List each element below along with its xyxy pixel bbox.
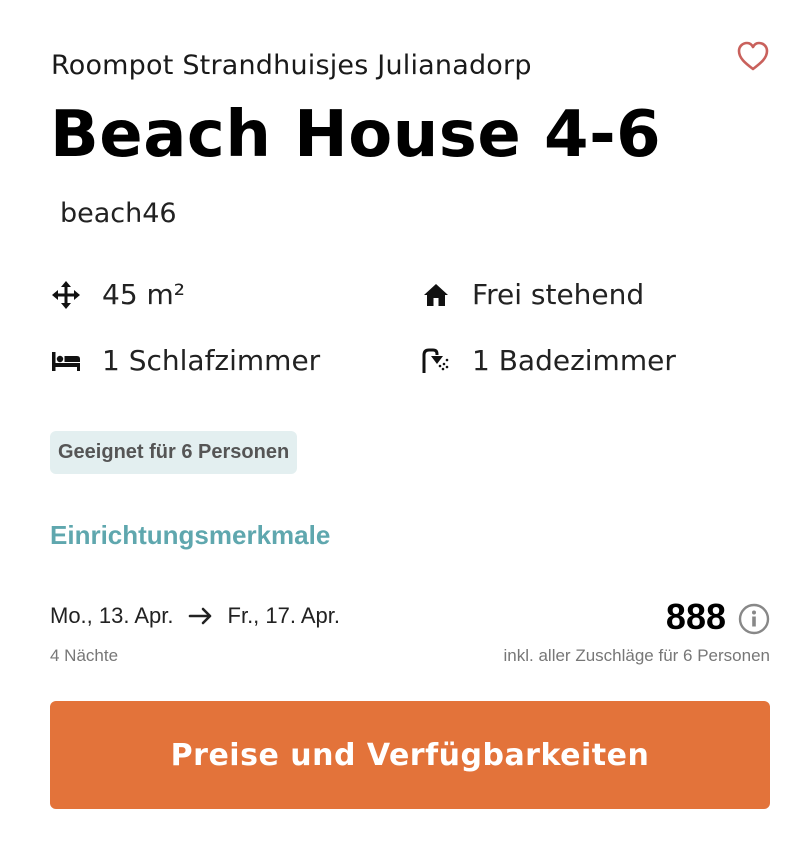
heart-icon	[737, 41, 769, 71]
house-code: beach46	[60, 198, 177, 229]
favorite-button[interactable]	[736, 40, 770, 72]
arrow-right-icon	[188, 606, 214, 626]
feature-bedrooms-label: 1 Schlafzimmer	[102, 344, 321, 377]
house-icon	[420, 279, 452, 311]
feature-area-label: 45 m²	[102, 278, 186, 311]
feature-area: 45 m²	[50, 278, 185, 311]
info-icon	[738, 603, 770, 635]
feature-bathrooms: 1 Badezimmer	[420, 344, 676, 377]
move-arrows-icon	[50, 279, 82, 311]
feature-bathrooms-label: 1 Badezimmer	[472, 344, 676, 377]
price-info-button[interactable]	[738, 603, 770, 635]
capacity-badge: Geeignet für 6 Personen	[50, 431, 298, 474]
feature-type-label: Frei stehend	[472, 278, 645, 311]
park-name: Roompot Strandhuisjes Julianadorp	[51, 50, 532, 81]
price-note: inkl. aller Zuschläge für 6 Personen	[503, 646, 770, 665]
prices-availability-button[interactable]: Preise und Verfügbarkeiten	[50, 701, 770, 809]
nights-count: 4 Nächte	[50, 646, 119, 665]
feature-type: Frei stehend	[420, 278, 644, 311]
check-out-date: Fr., 17. Apr.	[227, 603, 341, 628]
accommodation-card: Roompot Strandhuisjes Julianadorp Beach …	[0, 0, 810, 848]
check-in-date: Mo., 13. Apr.	[50, 603, 174, 628]
bed-icon	[50, 345, 82, 377]
shower-icon	[420, 345, 452, 377]
feature-bedrooms: 1 Schlafzimmer	[50, 344, 320, 377]
house-title: Beach House 4-6	[50, 98, 662, 172]
features-link[interactable]: Einrichtungsmerkmale	[50, 520, 330, 551]
stay-dates: Mo., 13. Apr. Fr., 17. Apr.	[50, 603, 340, 629]
price-amount: 888	[665, 596, 726, 637]
